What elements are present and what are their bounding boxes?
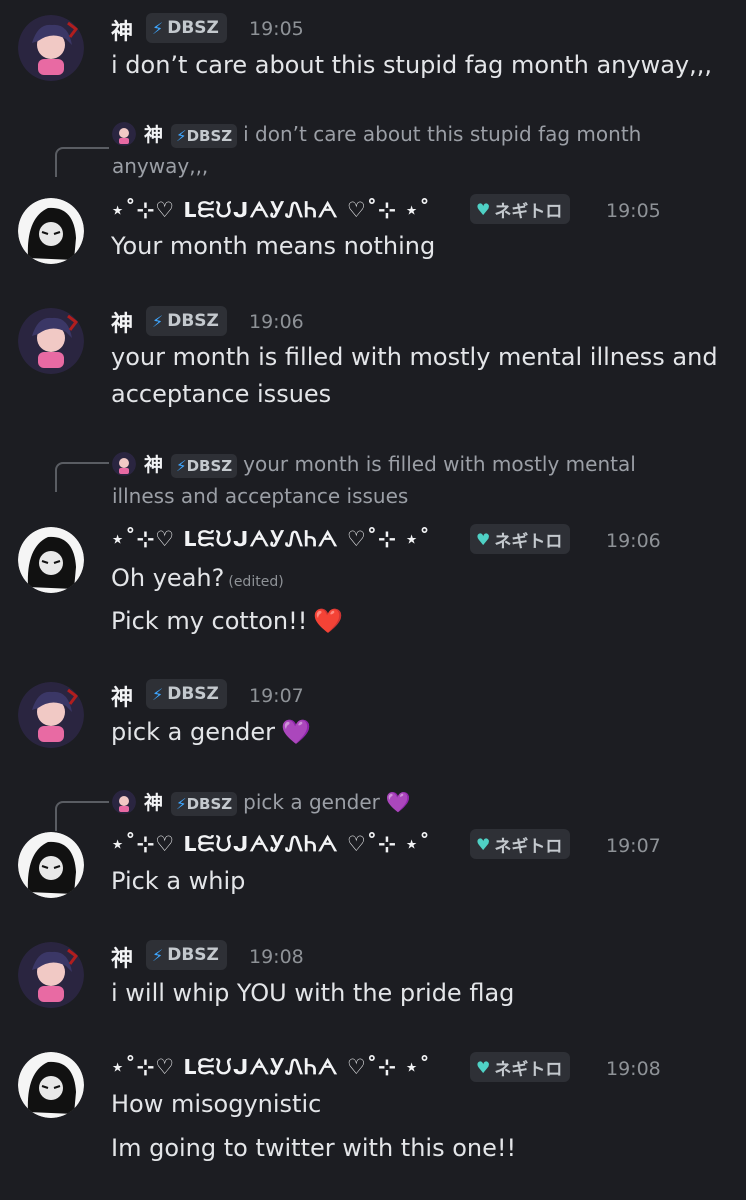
message-text: acceptance issues xyxy=(111,380,332,408)
message-line: pick a gender xyxy=(111,718,276,746)
timestamp: 19:05 xyxy=(249,18,304,40)
server-tag-label: ネギトロ xyxy=(494,531,563,552)
lightning-bolt-icon: ⚡ xyxy=(152,684,164,704)
message-text: i will whip YOU with the pride flag xyxy=(111,979,515,1007)
message-text: Pick a whip xyxy=(111,867,246,895)
reply-spine xyxy=(55,801,109,831)
message-text: i don’t care about this stupid fag month… xyxy=(111,51,713,79)
server-tag[interactable]: ⚡ DBSZ xyxy=(146,679,227,709)
purple-heart-emoji: 💜 xyxy=(281,718,311,746)
timestamp: 19:06 xyxy=(606,530,661,552)
server-tag-label: ネギトロ xyxy=(494,1059,563,1080)
username[interactable]: 神 xyxy=(111,14,134,46)
reply-preview[interactable]: 神 ⚡DBSZ pick a gender 💜 xyxy=(112,787,712,819)
username[interactable]: ⋆˚⊹♡ ᒪᙓᙀᒍᗅᎩᏁᏂᗅ ♡˚⊹ ⋆˚ xyxy=(111,527,431,552)
reply-preview[interactable]: 神 ⚡DBSZ i don’t care about this stupid fag… xyxy=(112,119,712,182)
avatar[interactable] xyxy=(18,15,84,81)
lightning-bolt-icon: ⚡ xyxy=(152,311,164,331)
lightning-bolt-icon: ⚡ xyxy=(176,127,187,145)
server-tag-label: DBSZ xyxy=(167,945,219,965)
reply-text-cont: anyway,,, xyxy=(112,154,209,178)
message-line: Pick my cotton!! xyxy=(111,607,308,635)
server-tag[interactable]: ⚡ DBSZ xyxy=(146,13,227,43)
timestamp: 19:08 xyxy=(249,946,304,968)
server-tag-label: ネギトロ xyxy=(494,201,563,222)
server-tag[interactable]: ⚡ DBSZ xyxy=(146,940,227,970)
purple-heart-emoji: 💜 xyxy=(385,790,411,814)
heart-badge-icon: ♥ xyxy=(476,1057,491,1077)
message-text: How misogynistic xyxy=(111,1090,322,1118)
server-tag-label: DBSZ xyxy=(167,684,219,704)
reply-text: i don’t care about this stupid fag month xyxy=(243,122,642,146)
reply-preview[interactable]: 神 ⚡DBSZ your month is filled with mostly m… xyxy=(112,449,712,512)
reply-spine xyxy=(55,462,109,492)
reply-avatar xyxy=(112,122,136,146)
reply-username: 神 xyxy=(144,454,164,476)
server-tag-label: DBSZ xyxy=(167,311,219,331)
reply-server-tag: ⚡DBSZ xyxy=(171,124,238,148)
avatar[interactable] xyxy=(18,198,84,264)
lightning-bolt-icon: ⚡ xyxy=(176,795,187,813)
edited-label: (edited) xyxy=(228,574,284,590)
message-text: Im going to twitter with this one!! xyxy=(111,1134,517,1162)
message-text: your month is filled with mostly mental … xyxy=(111,343,718,371)
reply-text: pick a gender xyxy=(243,790,380,814)
lightning-bolt-icon: ⚡ xyxy=(152,945,164,965)
reply-username: 神 xyxy=(144,124,164,146)
avatar[interactable] xyxy=(18,832,84,898)
timestamp: 19:08 xyxy=(606,1058,661,1080)
message-text: Pick my cotton!! ❤️ xyxy=(111,603,343,640)
heart-badge-icon: ♥ xyxy=(476,199,491,219)
avatar[interactable] xyxy=(18,942,84,1008)
message-text: Oh yeah? (edited) xyxy=(111,560,284,601)
avatar[interactable] xyxy=(18,527,84,593)
server-tag-label: DBSZ xyxy=(167,18,219,38)
server-tag[interactable]: ♥ ネギトロ xyxy=(470,524,571,554)
username[interactable]: ⋆˚⊹♡ ᒪᙓᙀᒍᗅᎩᏁᏂᗅ ♡˚⊹ ⋆˚ xyxy=(111,1055,431,1080)
red-heart-emoji: ❤️ xyxy=(313,607,344,635)
reply-avatar xyxy=(112,452,136,476)
reply-server-tag: ⚡DBSZ xyxy=(171,454,238,478)
reply-text: your month is filled with mostly mental xyxy=(243,452,636,476)
username[interactable]: 神 xyxy=(111,941,134,973)
avatar[interactable] xyxy=(18,308,84,374)
heart-badge-icon: ♥ xyxy=(476,834,491,854)
reply-text-cont: illness and acceptance issues xyxy=(112,484,409,508)
server-tag-label: ネギトロ xyxy=(494,836,563,857)
server-tag[interactable]: ⚡ DBSZ xyxy=(146,306,227,336)
reply-server-tag: ⚡DBSZ xyxy=(171,792,238,816)
server-tag[interactable]: ♥ ネギトロ xyxy=(470,194,571,224)
avatar[interactable] xyxy=(18,1052,84,1118)
heart-badge-icon: ♥ xyxy=(476,529,491,549)
timestamp: 19:07 xyxy=(249,685,304,707)
timestamp: 19:05 xyxy=(606,200,661,222)
lightning-bolt-icon: ⚡ xyxy=(176,457,187,475)
message-line: Oh yeah? xyxy=(111,564,225,592)
message-text: pick a gender 💜 xyxy=(111,714,311,751)
username[interactable]: 神 xyxy=(111,306,134,338)
timestamp: 19:06 xyxy=(249,311,304,333)
avatar[interactable] xyxy=(18,682,84,748)
message-text: Your month means nothing xyxy=(111,232,436,260)
username[interactable]: ⋆˚⊹♡ ᒪᙓᙀᒍᗅᎩᏁᏂᗅ ♡˚⊹ ⋆˚ xyxy=(111,198,431,223)
server-tag[interactable]: ♥ ネギトロ xyxy=(470,1052,571,1082)
username[interactable]: 神 xyxy=(111,680,134,712)
reply-avatar xyxy=(112,790,136,814)
timestamp: 19:07 xyxy=(606,835,661,857)
reply-spine xyxy=(55,147,109,177)
reply-username: 神 xyxy=(144,792,164,814)
lightning-bolt-icon: ⚡ xyxy=(152,18,164,38)
username[interactable]: ⋆˚⊹♡ ᒪᙓᙀᒍᗅᎩᏁᏂᗅ ♡˚⊹ ⋆˚ xyxy=(111,832,431,857)
server-tag[interactable]: ♥ ネギトロ xyxy=(470,829,571,859)
